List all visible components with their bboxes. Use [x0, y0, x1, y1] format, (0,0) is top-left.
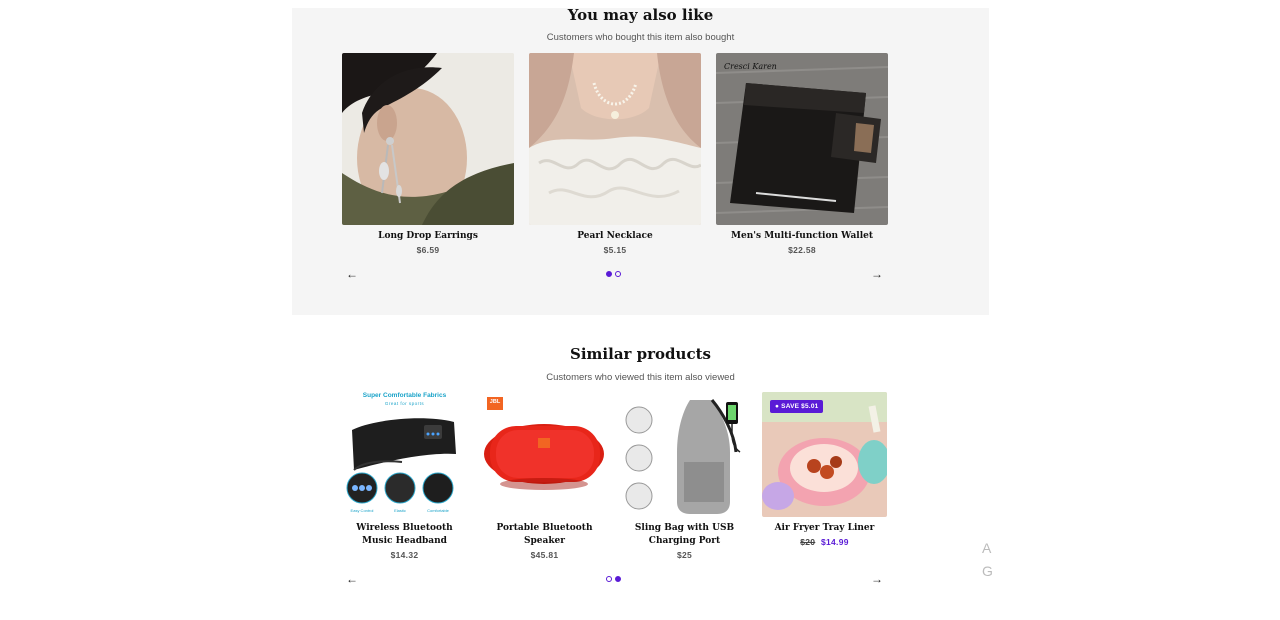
- arrow-right-icon[interactable]: →: [870, 267, 884, 281]
- product-image-earrings[interactable]: [342, 53, 514, 225]
- product-name[interactable]: Sling Bag with USB Charging Port: [622, 522, 747, 548]
- product-image-necklace[interactable]: [529, 53, 701, 225]
- arrow-left-icon[interactable]: ←: [345, 572, 359, 586]
- product-price: $22.58: [788, 245, 816, 255]
- also-like-section: You may also like Customers who bought t…: [292, 6, 989, 315]
- product-price: $14.32: [390, 550, 419, 560]
- carousel-dot-2[interactable]: [615, 576, 621, 582]
- product-image-speaker[interactable]: JBL: [482, 392, 607, 517]
- product-image-air-fryer-liner[interactable]: ● SAVE $5.01: [762, 392, 887, 517]
- product-original-price: $20: [800, 537, 816, 547]
- product-price-group: $20 $14.99: [762, 537, 887, 547]
- headband-feature-3: Comfortable: [427, 508, 449, 513]
- product-name[interactable]: Portable Bluetooth Speaker: [482, 522, 607, 548]
- product-price: $45.81: [530, 550, 559, 560]
- product-card[interactable]: JBL Portable Bluetooth Speaker $45.81: [482, 392, 607, 560]
- carousel-dots: [606, 271, 626, 279]
- carousel-dots: [606, 576, 626, 584]
- carousel-dot-2[interactable]: [615, 271, 621, 277]
- wallet-brand-text: Cresci Karen: [724, 62, 777, 71]
- product-price: $6.59: [416, 245, 440, 255]
- arrow-left-icon[interactable]: ←: [345, 267, 359, 281]
- product-image-wallet[interactable]: Cresci Karen: [716, 53, 888, 225]
- product-name[interactable]: Long Drop Earrings: [342, 230, 514, 243]
- headband-feature-2: Elastic: [394, 508, 406, 513]
- save-badge-label: SAVE $5.01: [781, 403, 819, 410]
- product-name[interactable]: Men's Multi-function Wallet: [716, 230, 888, 243]
- product-name[interactable]: Wireless Bluetooth Music Headband: [342, 522, 467, 548]
- headband-headline: Super Comfortable Fabrics: [362, 392, 447, 399]
- section-subtitle: Customers who viewed this item also view…: [546, 372, 735, 383]
- section-title: You may also like: [567, 6, 714, 24]
- section-title: Similar products: [570, 345, 711, 363]
- similar-products-section: Similar products Customers who viewed th…: [292, 330, 989, 600]
- headband-tagline: Great for sports: [384, 401, 425, 406]
- product-card[interactable]: Super Comfortable Fabrics Great for spor…: [342, 392, 467, 560]
- product-image-sling-bag[interactable]: [622, 392, 747, 517]
- product-card[interactable]: Sling Bag with USB Charging Port $25: [622, 392, 747, 560]
- edge-text-2: G: [982, 563, 993, 579]
- product-card[interactable]: ● SAVE $5.01 Air Fryer Tray Liner $20 $1…: [762, 392, 887, 547]
- arrow-right-icon[interactable]: →: [870, 572, 884, 586]
- product-price: $5.15: [603, 245, 627, 255]
- carousel-dot-1[interactable]: [606, 576, 612, 582]
- product-price: $25: [676, 550, 693, 560]
- product-card[interactable]: Pearl Necklace $5.15: [529, 53, 701, 255]
- product-image-headband[interactable]: Super Comfortable Fabrics Great for spor…: [342, 392, 467, 517]
- product-card[interactable]: Long Drop Earrings $6.59: [342, 53, 514, 255]
- carousel-dot-1[interactable]: [606, 271, 612, 277]
- tag-icon: ●: [775, 403, 780, 410]
- section-subtitle: Customers who bought this item also boug…: [546, 32, 735, 43]
- save-badge: ● SAVE $5.01: [770, 400, 824, 413]
- product-name[interactable]: Air Fryer Tray Liner: [762, 522, 887, 535]
- product-sale-price: $14.99: [820, 537, 849, 547]
- edge-text-1: A: [982, 540, 992, 556]
- headband-feature-1: Easy Control: [350, 508, 374, 513]
- speaker-brand-logo: JBL: [489, 399, 501, 405]
- product-name[interactable]: Pearl Necklace: [529, 230, 701, 243]
- product-card[interactable]: Cresci Karen Men's Multi-function Wallet…: [716, 53, 888, 255]
